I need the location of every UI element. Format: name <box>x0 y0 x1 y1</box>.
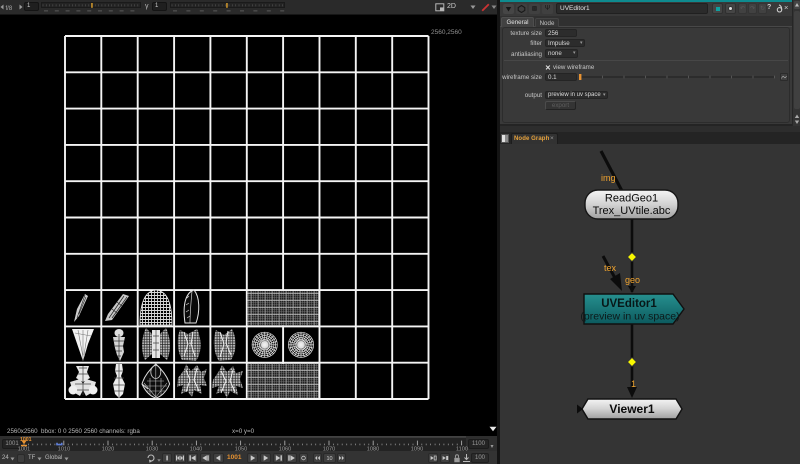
svg-text:tex: tex <box>604 263 617 273</box>
svg-text:UVEditor1: UVEditor1 <box>601 298 657 310</box>
svg-text:img: img <box>601 173 616 183</box>
svg-text:(preview in uv space): (preview in uv space) <box>580 311 679 323</box>
svg-text:Viewer1: Viewer1 <box>609 402 654 416</box>
svg-text:1: 1 <box>631 379 636 389</box>
svg-text:ReadGeo1: ReadGeo1 <box>605 193 658 205</box>
svg-text:2560,2560: 2560,2560 <box>431 29 462 36</box>
svg-text:Trex_UVtile.abc: Trex_UVtile.abc <box>593 205 671 217</box>
svg-text:geo: geo <box>625 275 640 285</box>
svg-text:10: 10 <box>326 456 332 462</box>
